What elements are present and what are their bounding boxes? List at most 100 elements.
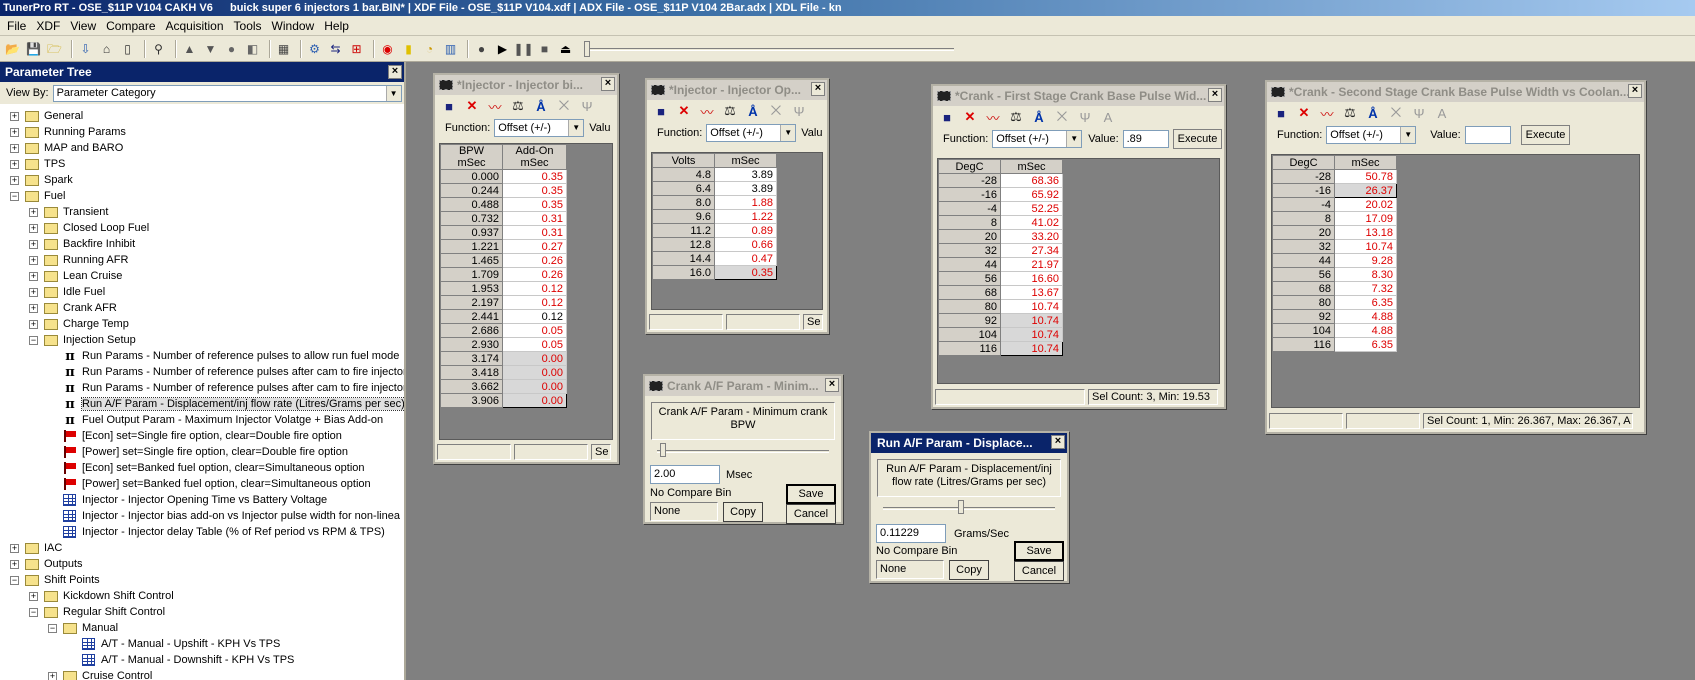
value-cell[interactable]: 13.67 [1000, 285, 1063, 300]
tree-item[interactable]: + Backfire Inhibit [29, 236, 135, 252]
expand-icon[interactable]: + [10, 559, 19, 569]
pause-icon[interactable]: ❚❚ [513, 40, 533, 57]
axis-cell[interactable]: 68 [1272, 281, 1335, 296]
value-cell[interactable]: 0.35 [502, 169, 567, 184]
value-cell[interactable]: 0.12 [502, 309, 567, 324]
axis-cell[interactable]: 56 [1272, 267, 1335, 282]
letter-a-icon[interactable]: A [1099, 110, 1117, 125]
value-cell[interactable]: 10.74 [1000, 327, 1063, 342]
value-cell[interactable]: 52.25 [1000, 201, 1063, 216]
expand-icon[interactable]: + [29, 303, 38, 313]
menu-tools[interactable]: Tools [229, 19, 267, 33]
expand-icon[interactable]: + [10, 143, 19, 153]
close-icon[interactable]: × [1051, 435, 1065, 449]
tree-item[interactable]: + Outputs [10, 556, 83, 572]
axis-cell[interactable]: 3.662 [440, 379, 503, 394]
delete-icon[interactable]: ✕ [463, 98, 481, 114]
gears-icon[interactable]: ⚙ [306, 40, 323, 57]
open-icon[interactable]: 📂 [4, 40, 21, 57]
tree-item[interactable]: + Running AFR [29, 252, 128, 268]
tree-item[interactable]: [Econ] set=Banked fuel option, clear=Sim… [63, 460, 365, 476]
graph-icon[interactable]: 〰 [984, 108, 1002, 127]
chevron-down-icon[interactable]: ▼ [780, 125, 796, 141]
expand-icon[interactable]: + [29, 255, 38, 265]
balance-icon[interactable]: ⚖ [721, 103, 739, 119]
execute-button[interactable]: Execute [1172, 129, 1223, 149]
expand-icon[interactable]: + [10, 543, 19, 553]
menu-view[interactable]: View [65, 19, 101, 33]
hook-icon[interactable]: ⚲ [150, 40, 167, 57]
window-title-bar[interactable]: *Crank - Second Stage Crank Base Pulse W… [1267, 82, 1644, 102]
value-cell[interactable]: 0.66 [714, 237, 777, 252]
value-cell[interactable]: 8.30 [1334, 267, 1397, 282]
window-title-bar[interactable]: Crank A/F Param - Minim... × [645, 376, 841, 396]
graph-icon[interactable]: 〰 [1318, 104, 1336, 123]
fork-icon[interactable]: Ψ [790, 104, 808, 119]
axis-header[interactable]: DegC [938, 159, 1001, 174]
value-cell[interactable]: 0.00 [502, 393, 567, 408]
tree-item[interactable]: [Econ] set=Single fire option, clear=Dou… [63, 428, 342, 444]
axis-cell[interactable]: 0.937 [440, 225, 503, 240]
tree-item[interactable]: − Shift Points [10, 572, 100, 588]
axis-header[interactable]: BPW mSec [440, 144, 503, 170]
tree-item[interactable]: A/T - Manual - Downshift - KPH Vs TPS [82, 652, 294, 668]
axis-cell[interactable]: 80 [938, 299, 1001, 314]
expand-icon[interactable]: + [10, 127, 19, 137]
cancel-button[interactable]: Cancel [1014, 561, 1064, 581]
balance-icon[interactable]: ⚖ [509, 98, 527, 114]
value-cell[interactable]: 0.12 [502, 281, 567, 296]
tree-item[interactable]: Injector - Injector bias add-on vs Injec… [63, 508, 400, 524]
smooth-icon[interactable]: ⨉ [1053, 109, 1071, 125]
tree-item[interactable]: + MAP and BARO [10, 140, 123, 156]
tree-item[interactable]: + Crank AFR [29, 300, 117, 316]
graph-icon[interactable]: 〰 [486, 97, 504, 116]
tree-item[interactable]: Injector - Injector Opening Time vs Batt… [63, 492, 327, 508]
tree-item[interactable]: + Closed Loop Fuel [29, 220, 149, 236]
value-cell[interactable]: 17.09 [1334, 211, 1397, 226]
value-cell[interactable]: 0.12 [502, 295, 567, 310]
value-header[interactable]: mSec [1334, 155, 1397, 170]
collapse-icon[interactable]: − [29, 335, 38, 345]
value-input[interactable] [1464, 126, 1511, 144]
value-cell[interactable]: 27.34 [1000, 243, 1063, 258]
param-value-input[interactable]: 2.00 [650, 465, 720, 484]
close-icon[interactable]: × [388, 65, 402, 79]
axis-cell[interactable]: 2.930 [440, 337, 503, 352]
tree-item[interactable]: A/T - Manual - Upshift - KPH Vs TPS [82, 636, 280, 652]
tree-item[interactable]: π Run Params - Number of reference pulses… [63, 364, 404, 380]
execute-button[interactable]: Execute [1520, 125, 1571, 145]
letter-a-icon[interactable]: A [1433, 106, 1451, 121]
tree-item[interactable]: − Fuel [10, 188, 65, 204]
menu-acquisition[interactable]: Acquisition [161, 19, 229, 33]
copy-button[interactable]: Copy [949, 560, 989, 580]
dashboard-icon[interactable]: ◔ [421, 40, 438, 57]
axis-cell[interactable]: 8.0 [652, 195, 715, 210]
axis-cell[interactable]: 12.8 [652, 237, 715, 252]
tree-item[interactable]: + Transient [29, 204, 108, 220]
value-cell[interactable]: 6.35 [1334, 337, 1397, 352]
axis-cell[interactable]: -28 [938, 173, 1001, 188]
copy-button[interactable]: Copy [723, 502, 763, 522]
axis-cell[interactable]: -16 [1272, 183, 1335, 198]
delete-icon[interactable]: ✕ [675, 103, 693, 119]
param-slider-thumb[interactable] [958, 500, 964, 514]
value-cell[interactable]: 20.02 [1334, 197, 1397, 212]
value-cell[interactable]: 0.26 [502, 253, 567, 268]
expand-icon[interactable]: + [29, 319, 38, 329]
tree-item[interactable]: − Injection Setup [29, 332, 136, 348]
tree-item[interactable]: Injector - Injector delay Table (% of Re… [63, 524, 385, 540]
axis-cell[interactable]: 2.197 [440, 295, 503, 310]
value-cell[interactable]: 10.74 [1334, 239, 1397, 254]
value-cell[interactable]: 7.32 [1334, 281, 1397, 296]
balance-icon[interactable]: ⚖ [1341, 105, 1359, 121]
graph-icon[interactable]: 〰 [698, 102, 716, 121]
tree-item[interactable]: + Lean Cruise [29, 268, 122, 284]
save-icon[interactable]: ■ [1272, 106, 1290, 121]
axis-cell[interactable]: 8 [938, 215, 1001, 230]
axis-cell[interactable]: 80 [1272, 295, 1335, 310]
expand-icon[interactable]: + [29, 239, 38, 249]
axis-cell[interactable]: 92 [938, 313, 1001, 328]
save-icon[interactable]: ■ [938, 110, 956, 125]
axis-cell[interactable]: 104 [1272, 323, 1335, 338]
function-select[interactable]: Offset (+/-) ▼ [494, 119, 585, 137]
